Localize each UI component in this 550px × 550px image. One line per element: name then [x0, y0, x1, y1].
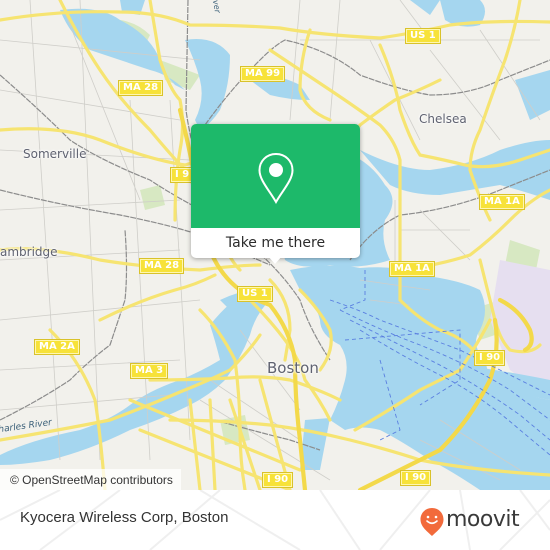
route-shield-ma2a: MA 2A	[34, 339, 80, 355]
popup-header	[191, 124, 360, 228]
footer-bar: Kyocera Wireless Corp, Boston moovit	[0, 490, 550, 550]
route-shield-ma1a: MA 1A	[389, 261, 435, 277]
route-shield-ma28: MA 28	[139, 258, 185, 274]
moovit-smile-pin-icon	[420, 508, 444, 536]
map-attribution[interactable]: © OpenStreetMap contributors	[0, 469, 181, 490]
popup-tail	[267, 255, 283, 264]
route-shield-i90: I 90	[400, 470, 432, 486]
route-shield-ma28: MA 28	[118, 80, 164, 96]
location-popup: Take me there	[191, 124, 360, 264]
water-label-mystic-river: ver	[210, 0, 223, 14]
map[interactable]: Somerville ambridge Chelsea Boston Charl…	[0, 0, 550, 490]
route-shield-ma1a: MA 1A	[479, 194, 525, 210]
route-shield-us1: US 1	[405, 28, 441, 44]
place-label-boston: Boston	[267, 359, 319, 377]
moovit-wordmark: moovit	[446, 507, 520, 532]
route-shield-ma99: MA 99	[240, 66, 286, 82]
route-shield-us1: US 1	[237, 286, 273, 302]
place-label-somerville: Somerville	[23, 147, 87, 161]
take-me-there-button[interactable]: Take me there	[191, 228, 360, 258]
place-label-cambridge: ambridge	[0, 245, 58, 259]
place-label-chelsea: Chelsea	[419, 112, 467, 126]
route-shield-ma3: MA 3	[130, 363, 169, 379]
map-pin-icon	[258, 152, 294, 204]
place-name: Kyocera Wireless Corp, Boston	[20, 509, 229, 526]
route-shield-i90: I 90	[262, 472, 294, 488]
route-shield-i90: I 90	[474, 350, 506, 366]
